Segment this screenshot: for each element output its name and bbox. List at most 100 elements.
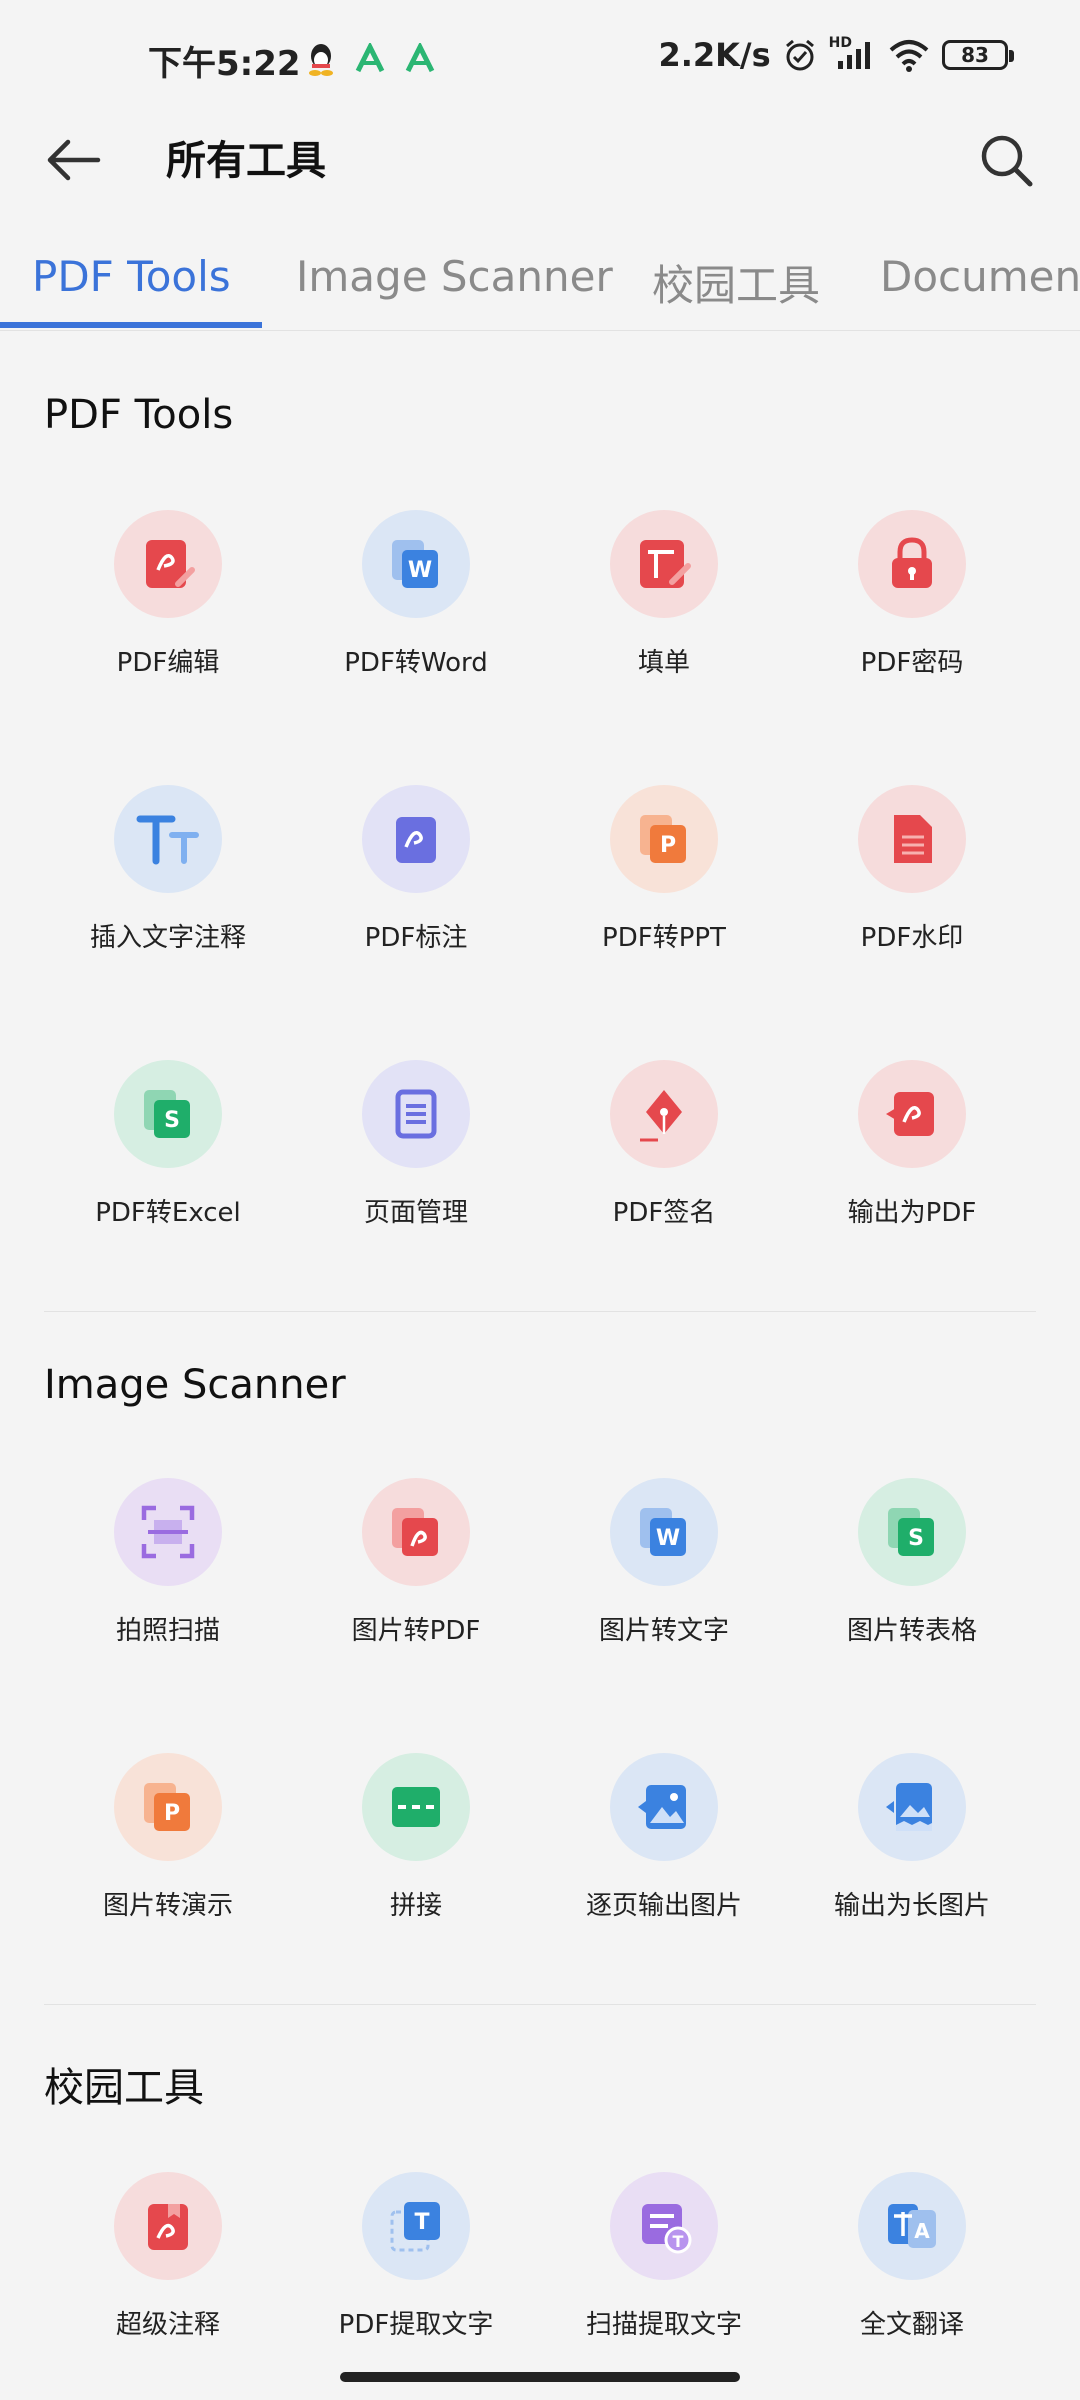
image-to-word-icon: W	[640, 1508, 686, 1556]
tool-scan-extract-text[interactable]: T 扫描提取文字	[540, 2172, 788, 2372]
tool-icon-bg	[610, 510, 718, 618]
tool-label: 拍照扫描	[115, 1616, 220, 1646]
tool-insert-text-note[interactable]: 插入文字注释	[44, 785, 292, 985]
battery-level: 83	[961, 43, 989, 67]
tool-label: 页面管理	[363, 1198, 468, 1228]
tool-label: PDF转Word	[344, 648, 488, 678]
arrow-left-icon	[47, 139, 101, 181]
svg-text:A: A	[914, 2219, 930, 2243]
tool-label: 拼接	[389, 1891, 442, 1921]
tool-icon-bg	[114, 2172, 222, 2280]
tool-icon-bg: T	[610, 2172, 718, 2280]
tab-image-scanner[interactable]: Image Scanner	[296, 252, 613, 301]
tool-label: 图片转文字	[598, 1616, 729, 1646]
tool-stitch[interactable]: 拼接	[292, 1753, 540, 1953]
tool-pdf-to-ppt[interactable]: P PDF转PPT	[540, 785, 788, 985]
tool-icon-bg: A	[858, 2172, 966, 2280]
tool-label: PDF水印	[860, 923, 964, 953]
tool-label: PDF提取文字	[338, 2310, 494, 2340]
search-icon	[981, 135, 1033, 187]
notification-icons	[306, 42, 436, 76]
stitch-icon	[392, 1787, 440, 1827]
hd-label: HD	[828, 35, 852, 51]
tool-icon-bg	[362, 1060, 470, 1168]
tool-icon-bg	[362, 1478, 470, 1586]
tool-label: 全文翻译	[859, 2310, 964, 2340]
tool-label: PDF密码	[860, 648, 964, 678]
tool-image-to-pdf[interactable]: 图片转PDF	[292, 1478, 540, 1678]
tool-icon-bg	[114, 1478, 222, 1586]
tool-fill-form[interactable]: 填单	[540, 510, 788, 710]
tool-icon-bg	[610, 1753, 718, 1861]
extract-text-icon: T	[390, 2202, 440, 2252]
tool-export-pdf[interactable]: 输出为PDF	[788, 1060, 1036, 1260]
tool-label: 超级注释	[115, 2310, 220, 2340]
tool-full-translation[interactable]: A 全文翻译	[788, 2172, 1036, 2372]
lock-icon	[892, 537, 932, 588]
pdf-to-word-icon: W	[392, 540, 438, 588]
scan-text-icon: T	[642, 2204, 692, 2254]
svg-text:W: W	[408, 558, 432, 583]
tool-photo-scan[interactable]: 拍照扫描	[44, 1478, 292, 1678]
tool-icon-bg	[362, 1753, 470, 1861]
svg-text:S: S	[908, 1526, 924, 1551]
pdf-to-ppt-icon: P	[640, 815, 686, 863]
pdf-to-excel-icon: S	[144, 1090, 190, 1138]
svg-text:T: T	[414, 2210, 429, 2235]
tool-pdf-sign[interactable]: PDF签名	[540, 1060, 788, 1260]
page-manage-icon	[395, 1089, 437, 1139]
tool-image-to-text[interactable]: W 图片转文字	[540, 1478, 788, 1678]
tool-icon-bg	[610, 1060, 718, 1168]
tool-page-management[interactable]: 页面管理	[292, 1060, 540, 1260]
fill-form-icon	[640, 540, 691, 588]
tool-icon-bg	[858, 510, 966, 618]
svg-text:W: W	[656, 1526, 680, 1551]
tab-document[interactable]: Document	[880, 252, 1080, 301]
watermark-icon	[894, 815, 932, 863]
tool-pdf-watermark[interactable]: PDF水印	[788, 785, 1036, 985]
section-divider	[44, 2004, 1036, 2005]
image-to-ppt-icon: P	[144, 1783, 190, 1831]
back-button[interactable]	[34, 120, 114, 200]
pen-nib-icon	[640, 1090, 682, 1142]
tab-campus-tools[interactable]: 校园工具	[652, 252, 820, 313]
long-image-icon	[886, 1783, 932, 1831]
svg-text:S: S	[164, 1108, 180, 1133]
search-button[interactable]	[966, 120, 1046, 200]
tool-pdf-to-word[interactable]: W PDF转Word	[292, 510, 540, 710]
export-pdf-icon	[886, 1092, 934, 1136]
tool-export-long-image[interactable]: 输出为长图片	[788, 1753, 1036, 1953]
status-time: 下午5:22	[148, 44, 301, 84]
tool-label: 逐页输出图片	[585, 1891, 742, 1921]
tool-pdf-to-excel[interactable]: S PDF转Excel	[44, 1060, 292, 1260]
tool-icon-bg: T	[362, 2172, 470, 2280]
qq-penguin-icon	[309, 44, 333, 76]
tool-pdf-edit[interactable]: PDF编辑	[44, 510, 292, 710]
tab-bar: PDF Tools Image Scanner 校园工具 Document	[0, 230, 1080, 331]
tool-pdf-annotate[interactable]: PDF标注	[292, 785, 540, 985]
tool-label: 图片转PDF	[351, 1616, 481, 1646]
tool-icon-bg: W	[362, 510, 470, 618]
tool-label: 输出为PDF	[847, 1198, 977, 1228]
tool-icon-bg: S	[858, 1478, 966, 1586]
tool-pdf-extract-text[interactable]: T PDF提取文字	[292, 2172, 540, 2372]
section-title-image-scanner: Image Scanner	[44, 1362, 346, 1408]
tool-export-page-images[interactable]: 逐页输出图片	[540, 1753, 788, 1953]
tool-icon-bg	[858, 1060, 966, 1168]
tab-pdf-tools[interactable]: PDF Tools	[32, 252, 231, 301]
tool-label: 扫描提取文字	[585, 2310, 742, 2340]
image-to-pdf-icon	[392, 1508, 438, 1556]
tool-label: PDF转Excel	[95, 1198, 241, 1228]
tool-super-annotation[interactable]: 超级注释	[44, 2172, 292, 2372]
tool-image-to-table[interactable]: S 图片转表格	[788, 1478, 1036, 1678]
tool-label: 输出为长图片	[833, 1891, 990, 1921]
home-indicator[interactable]	[340, 2372, 740, 2382]
svg-text:P: P	[164, 1801, 180, 1826]
app-a-icon	[355, 43, 385, 73]
tool-label: 插入文字注释	[89, 923, 246, 953]
tool-icon-bg	[362, 785, 470, 893]
tool-image-to-presentation[interactable]: P 图片转演示	[44, 1753, 292, 1953]
battery-indicator: 83	[942, 40, 1014, 70]
image-to-excel-icon: S	[888, 1508, 934, 1556]
tool-pdf-password[interactable]: PDF密码	[788, 510, 1036, 710]
